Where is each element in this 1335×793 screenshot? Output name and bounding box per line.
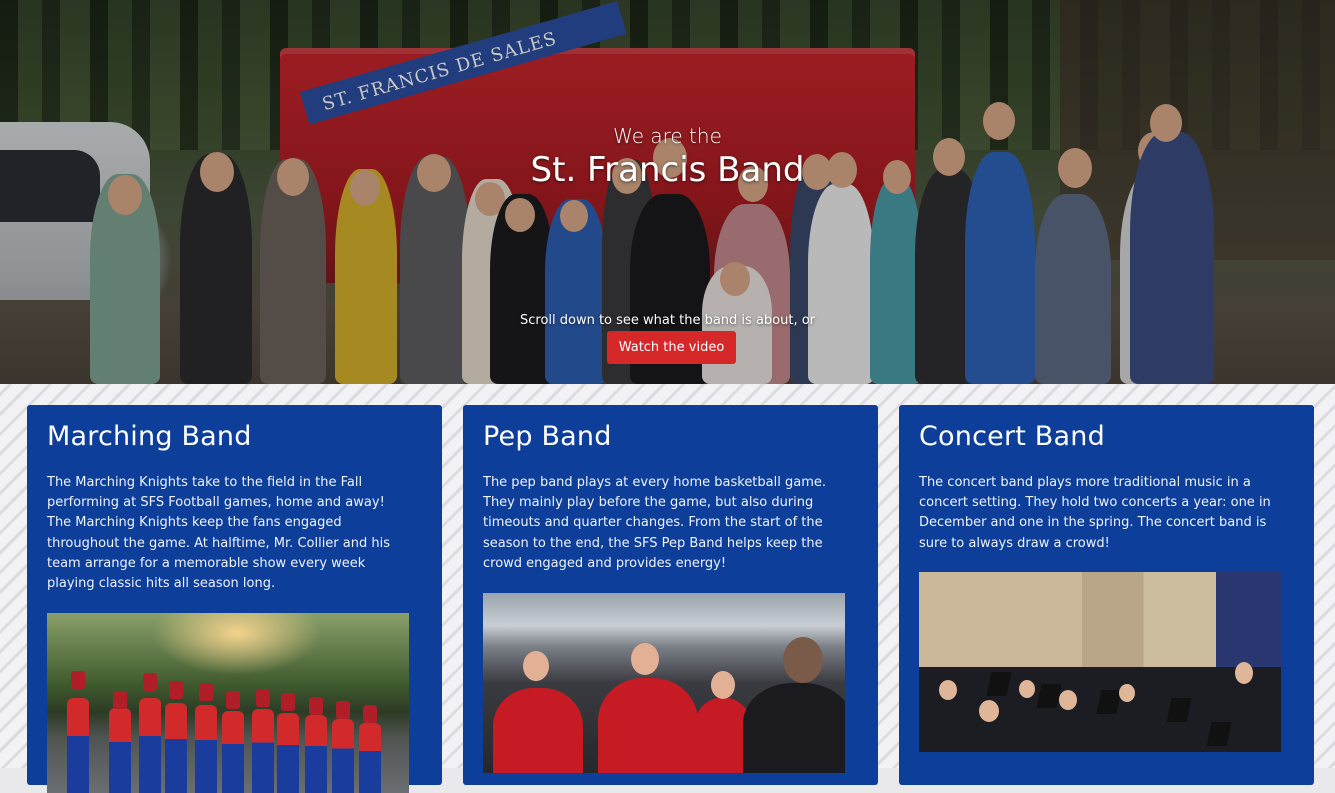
concert-band-photo xyxy=(919,572,1281,752)
hero-subtitle: We are the xyxy=(613,124,722,148)
hero-banner: ST. FRANCIS DE SALES We are the St. Fran… xyxy=(0,0,1335,384)
card-concert-band: Concert Band The concert band plays more… xyxy=(899,405,1314,785)
card-title: Concert Band xyxy=(919,421,1105,452)
card-body: The concert band plays more traditional … xyxy=(919,475,1271,551)
marching-band-photo xyxy=(47,613,409,793)
scroll-hint: Scroll down to see what the band is abou… xyxy=(519,313,816,328)
card-title: Marching Band xyxy=(47,421,252,452)
card-body: The Marching Knights take to the field i… xyxy=(47,475,390,592)
card-title: Pep Band xyxy=(483,421,612,452)
card-pep-band: Pep Band The pep band plays at every hom… xyxy=(463,405,878,785)
hero-title: St. Francis Band xyxy=(530,150,805,190)
pep-band-photo xyxy=(483,593,845,773)
band-sections: Marching Band The Marching Knights take … xyxy=(0,384,1335,793)
watch-video-button[interactable]: Watch the video xyxy=(607,331,736,364)
card-body: The pep band plays at every home basketb… xyxy=(483,475,826,571)
card-marching-band: Marching Band The Marching Knights take … xyxy=(27,405,442,793)
